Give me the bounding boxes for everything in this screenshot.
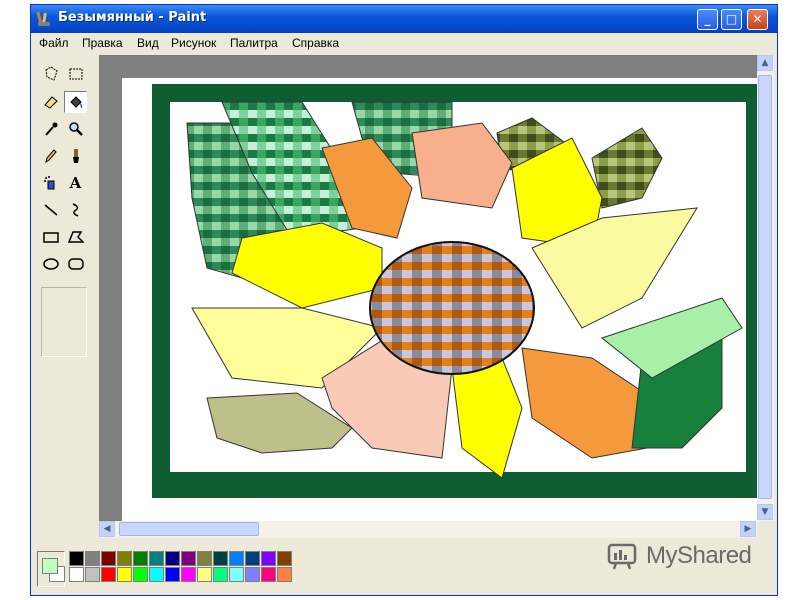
minimize-icon: _ bbox=[704, 12, 711, 26]
vertical-scrollbar[interactable]: ▲ ▼ bbox=[757, 55, 774, 521]
palette-swatch[interactable] bbox=[277, 551, 292, 566]
eraser-icon bbox=[43, 96, 58, 109]
menu-help[interactable]: Справка bbox=[292, 36, 339, 50]
current-colors bbox=[37, 551, 65, 587]
magnifier-icon bbox=[68, 122, 83, 136]
close-icon: ✕ bbox=[752, 12, 763, 26]
rectangle-icon bbox=[42, 232, 59, 243]
menu-view[interactable]: Вид bbox=[137, 36, 159, 50]
palette-swatch[interactable] bbox=[165, 567, 180, 582]
scroll-down-button[interactable]: ▼ bbox=[757, 504, 773, 520]
pencil-tool[interactable] bbox=[39, 145, 62, 167]
palette-swatch[interactable] bbox=[197, 567, 212, 582]
rect-select-tool[interactable] bbox=[64, 63, 87, 85]
scroll-left-button[interactable]: ◀ bbox=[99, 521, 115, 537]
myshared-logo-icon bbox=[607, 543, 637, 570]
airbrush-tool[interactable] bbox=[39, 172, 62, 194]
palette-swatch[interactable] bbox=[261, 551, 276, 566]
palette-swatch[interactable] bbox=[85, 567, 100, 582]
rect-select-icon bbox=[69, 68, 82, 80]
airbrush-icon bbox=[43, 176, 54, 190]
polygon-tool[interactable] bbox=[64, 226, 87, 248]
palette-swatch[interactable] bbox=[213, 551, 228, 566]
maximize-icon: □ bbox=[725, 12, 738, 26]
text-tool[interactable]: A bbox=[64, 172, 87, 194]
brush-icon bbox=[72, 149, 79, 163]
palette-swatch[interactable] bbox=[149, 551, 164, 566]
horizontal-scrollbar[interactable]: ◀ ▶ bbox=[99, 521, 757, 538]
vertical-scroll-thumb[interactable] bbox=[758, 75, 772, 499]
brush-tool[interactable] bbox=[64, 145, 87, 167]
artwork bbox=[122, 78, 764, 522]
palette-swatch[interactable] bbox=[165, 551, 180, 566]
scroll-right-button[interactable]: ▶ bbox=[740, 521, 756, 537]
horizontal-scroll-thumb[interactable] bbox=[119, 522, 259, 536]
maximize-button[interactable]: □ bbox=[721, 9, 742, 30]
drawing-canvas[interactable] bbox=[122, 78, 764, 522]
scroll-down-icon: ▼ bbox=[761, 507, 769, 517]
palette-swatch[interactable] bbox=[181, 551, 196, 566]
rounded-rect-tool[interactable] bbox=[64, 253, 87, 275]
curve-tool[interactable] bbox=[64, 199, 87, 221]
palette-swatch[interactable] bbox=[245, 551, 260, 566]
free-select-icon bbox=[44, 66, 58, 81]
palette-swatch[interactable] bbox=[197, 551, 212, 566]
menu-image[interactable]: Рисунок bbox=[171, 36, 216, 50]
color-picker-icon bbox=[44, 122, 57, 136]
eraser-tool[interactable] bbox=[39, 91, 62, 113]
scroll-right-icon: ▶ bbox=[744, 524, 752, 534]
canvas-viewport bbox=[99, 55, 764, 522]
palette-swatch[interactable] bbox=[101, 567, 116, 582]
paint-app-icon bbox=[36, 11, 50, 26]
palette-swatch[interactable] bbox=[101, 551, 116, 566]
close-button[interactable]: ✕ bbox=[747, 9, 768, 30]
toolbox: A bbox=[31, 55, 97, 545]
title-bar[interactable]: Безымянный - Paint _ □ ✕ bbox=[31, 5, 777, 33]
color-picker-tool[interactable] bbox=[39, 118, 62, 140]
watermark: MyShared bbox=[606, 538, 776, 574]
rectangle-tool[interactable] bbox=[39, 226, 62, 248]
pencil-icon bbox=[44, 149, 57, 164]
palette-swatch[interactable] bbox=[69, 567, 84, 582]
palette-swatch[interactable] bbox=[133, 567, 148, 582]
polygon-icon bbox=[67, 231, 84, 243]
curve-icon bbox=[72, 203, 78, 217]
palette-swatch[interactable] bbox=[133, 551, 148, 566]
line-icon bbox=[44, 204, 57, 216]
free-select-tool[interactable] bbox=[39, 63, 62, 85]
menu-bar: Файл Правка Вид Рисунок Палитра Справка bbox=[31, 33, 777, 53]
fill-bucket-tool[interactable] bbox=[64, 91, 87, 113]
palette-swatch[interactable] bbox=[261, 567, 276, 582]
menu-file[interactable]: Файл bbox=[39, 36, 69, 50]
palette-swatch[interactable] bbox=[277, 567, 292, 582]
window-title: Безымянный - Paint bbox=[58, 10, 207, 25]
line-tool[interactable] bbox=[39, 199, 62, 221]
scroll-left-icon: ◀ bbox=[103, 524, 111, 534]
palette-swatch[interactable] bbox=[213, 567, 228, 582]
ellipse-icon bbox=[42, 258, 59, 270]
watermark-text: MyShared bbox=[646, 542, 752, 569]
tool-options-panel[interactable] bbox=[41, 287, 87, 357]
palette-swatch[interactable] bbox=[85, 551, 100, 566]
palette-swatch[interactable] bbox=[69, 551, 84, 566]
menu-edit[interactable]: Правка bbox=[82, 36, 123, 50]
menu-colors[interactable]: Палитра bbox=[230, 36, 278, 50]
minimize-button[interactable]: _ bbox=[697, 9, 718, 30]
scroll-up-icon: ▲ bbox=[761, 58, 769, 68]
magnifier-tool[interactable] bbox=[64, 118, 87, 140]
palette-swatch[interactable] bbox=[245, 567, 260, 582]
ellipse-tool[interactable] bbox=[39, 253, 62, 275]
palette-swatch[interactable] bbox=[229, 567, 244, 582]
palette-swatch[interactable] bbox=[117, 567, 132, 582]
palette-swatch[interactable] bbox=[229, 551, 244, 566]
palette-swatch[interactable] bbox=[149, 567, 164, 582]
scroll-up-button[interactable]: ▲ bbox=[757, 55, 773, 71]
rounded-rect-icon bbox=[67, 258, 84, 270]
text-icon: A bbox=[69, 174, 82, 192]
foreground-color-swatch bbox=[42, 558, 58, 574]
palette-swatch[interactable] bbox=[117, 551, 132, 566]
paint-window: Безымянный - Paint _ □ ✕ Файл Правка Вид… bbox=[30, 4, 778, 596]
fill-bucket-icon bbox=[69, 96, 82, 109]
palette-swatch[interactable] bbox=[181, 567, 196, 582]
